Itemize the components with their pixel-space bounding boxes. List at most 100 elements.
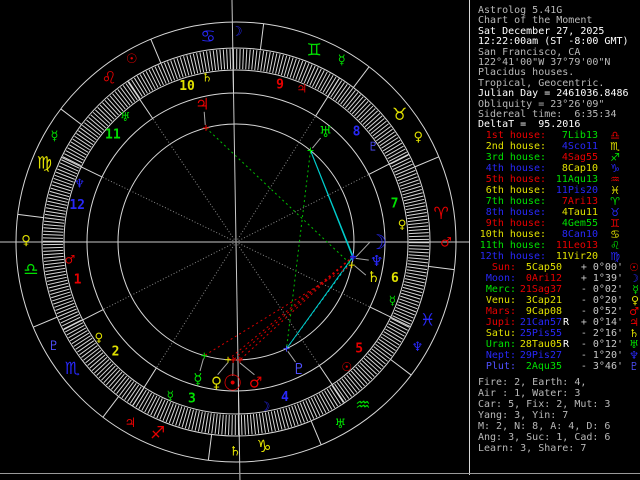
planet-daily-motion: - 0°12': [580, 339, 623, 350]
planet-daily-motion: - 1°20': [580, 350, 623, 361]
hash-tick: [242, 49, 244, 70]
hash-tick: [45, 267, 66, 272]
planet-daily-motion: + 0°14': [580, 317, 623, 328]
stats-line-0: Fire: 2, Earth: 4,: [478, 377, 587, 388]
hash-tick: [175, 406, 183, 426]
planet-position-value: 21Can57: [519, 317, 562, 328]
hash-tick: [167, 61, 176, 81]
hash-tick: [212, 50, 217, 71]
aspect-line-jupiter-saturn: [205, 127, 353, 266]
hash-tick: [406, 212, 427, 217]
house-label: 12th house:: [479, 251, 546, 262]
hash-tick: [202, 51, 208, 72]
hash-tick: [54, 300, 74, 308]
planet-pointer-neptune: [355, 257, 369, 261]
hash-tick-major: [160, 63, 170, 83]
wheel-house-number-6: 6: [391, 271, 399, 286]
hash-tick: [43, 227, 64, 230]
house-row-12: 12th house: 11Vir20 ♍: [478, 251, 640, 262]
hash-tick: [228, 414, 230, 435]
house-cusp-line-dotted-5: [235, 241, 320, 366]
wheel-sign-glyph-taurus: ♉: [392, 105, 407, 125]
hash-tick: [43, 230, 64, 233]
hash-tick: [51, 291, 71, 299]
planet-position-value: 28Tau05: [519, 339, 562, 350]
hash-tick: [251, 49, 255, 70]
house-cusp-line-dotted-9: [235, 115, 317, 243]
hash-tick: [292, 59, 301, 79]
chart-wheel-canvas[interactable]: ♈ ♂ ♉ ♀ ♊ ☿ ♋ ☽ ♌ ☉ ♍ ☿ ♎ ♀ ♏ ♇ ♐ ♃ ♑ ♄ ♒ ♅ ♓ ♆ 1 ♂ 2 ♀ 3 ☿ 4 ☽ 5 ☉ 6 ☿ 7 ♀ 8 ♇…: [0, 0, 472, 480]
hash-tick: [207, 413, 212, 434]
sign-boundary: [414, 156, 440, 168]
wheel-sign-glyph-cancer: ♋: [200, 27, 215, 47]
wheel-house-ruler-glyph-3: ☿: [167, 389, 174, 403]
planet-daily-motion: - 0°20': [580, 295, 623, 306]
hash-tick: [285, 407, 293, 427]
hash-tick-major: [44, 217, 65, 221]
hash-tick: [52, 181, 72, 189]
hash-tick: [401, 185, 421, 193]
wheel-house-ruler-glyph-9: ♃: [296, 81, 307, 95]
planet-label: Satu:: [485, 328, 516, 339]
wheel-house-number-2: 2: [112, 344, 120, 359]
retrograde-flag: [562, 273, 569, 284]
houses-table: 1st house: 7Lib13 ♎ 2nd house: 4Sco11 ♏ 3rd ho…: [478, 130, 640, 262]
planet-daily-motion: - 2°16': [580, 328, 623, 339]
house-label: 2nd house:: [485, 141, 546, 152]
hash-tick-major: [302, 401, 312, 421]
wheel-sign-glyph-gemini: ♊: [307, 40, 322, 60]
wheel-planet-glyph-pluto: ♇: [292, 360, 305, 378]
hash-tick: [289, 58, 297, 78]
hash-tick: [57, 168, 77, 178]
hash-tick-major: [395, 166, 415, 176]
element-stats-block: Fire: 2, Earth: 4, Air : 1, Water: 3 Car: …: [478, 377, 640, 454]
wheel-house-number-9: 9: [276, 78, 284, 93]
planet-label: Venu:: [485, 295, 516, 306]
chart-header-block: Astrolog 5.41G Chart of the Moment Sat Dec…: [478, 5, 640, 131]
hash-tick: [295, 60, 304, 80]
retrograde-flag: [562, 350, 569, 361]
hash-tick: [51, 184, 71, 192]
planet-row-satu: Satu: 25Pis55- 2°16' ♄: [478, 328, 640, 339]
hash-tick: [173, 59, 181, 79]
hash-tick: [266, 51, 271, 72]
hash-tick: [298, 61, 307, 81]
hash-tick: [55, 171, 75, 180]
wheel-house-ruler-glyph-11: ♅: [120, 110, 131, 124]
wheel-planet-glyph-moon: ☽: [369, 230, 387, 254]
hash-tick: [53, 297, 73, 305]
hash-tick: [394, 309, 414, 319]
retrograde-flag: [562, 306, 569, 317]
header-line-3: 12:22:00am (ST -8:00 GMT): [478, 36, 629, 48]
hash-tick: [44, 261, 65, 266]
sign-boundary: [32, 316, 58, 328]
hash-tick: [408, 254, 429, 257]
hash-tick: [408, 248, 429, 250]
aspect-line-moon-sun: [232, 256, 354, 361]
hash-tick: [219, 49, 223, 70]
house-cusp-value: 4Sco11: [561, 141, 598, 152]
hash-tick: [206, 51, 211, 72]
hash-tick: [263, 51, 268, 72]
retrograde-flag: [562, 262, 569, 273]
hash-tick: [286, 57, 294, 77]
house-cusp-line-6: [369, 306, 411, 328]
wheel-house-ruler-glyph-10: ♄: [202, 71, 213, 85]
retrograde-flag: R: [562, 317, 569, 328]
hash-tick: [43, 223, 64, 227]
planet-label: Moon:: [485, 273, 516, 284]
hash-tick: [406, 269, 427, 274]
hash-tick: [398, 176, 418, 184]
sign-boundary: [60, 108, 82, 126]
stats-line-6: Learn: 3, Share: 7: [478, 443, 587, 454]
hash-tick: [261, 412, 266, 433]
hash-tick: [44, 264, 65, 269]
hash-tick: [291, 405, 299, 425]
hash-tick: [45, 207, 66, 212]
hash-tick: [406, 272, 427, 277]
hash-tick: [400, 295, 420, 303]
hash-tick: [217, 414, 221, 435]
hash-tick: [226, 49, 229, 70]
wheel-sign-glyph-capricorn: ♑: [256, 437, 271, 457]
planet-row-merc: Merc: 21Sag37- 0°02' ☿: [478, 284, 640, 295]
